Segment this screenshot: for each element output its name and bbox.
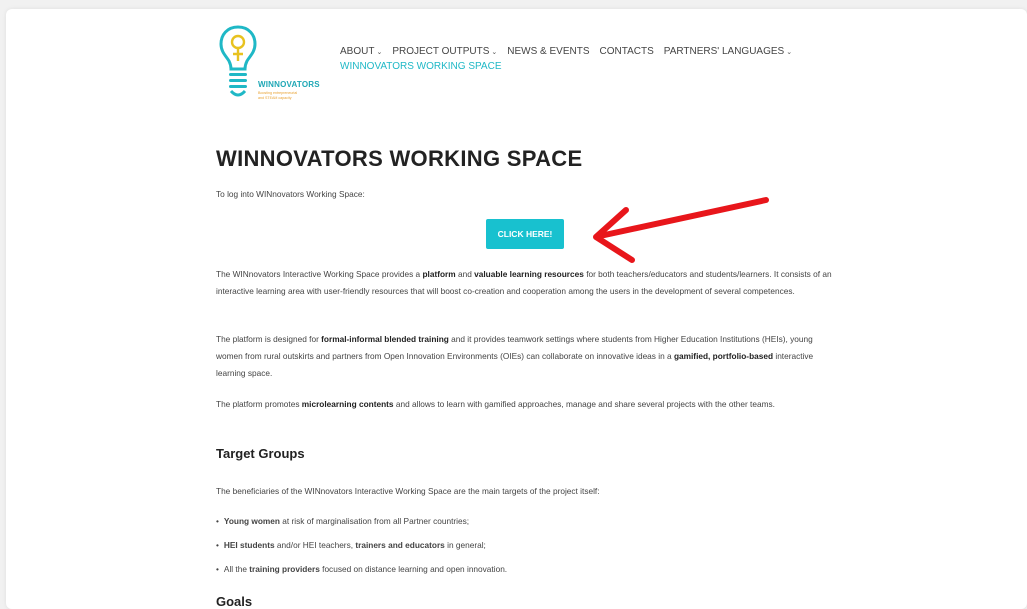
logo-wordmark: WINNOVATORS: [258, 80, 320, 89]
chevron-down-icon: ⌄: [786, 48, 793, 56]
nav-item-working-space[interactable]: WINNOVATORS WORKING SPACE: [340, 61, 792, 72]
platform-paragraph: The platform is designed for formal-info…: [216, 334, 814, 378]
nav-item-label: ABOUT: [340, 46, 375, 57]
microlearning-paragraph: The platform promotes microlearning cont…: [216, 399, 775, 409]
chevron-down-icon: ⌄: [376, 48, 383, 56]
nav-item-contacts[interactable]: CONTACTS: [600, 46, 654, 57]
page-title: WINNOVATORS WORKING SPACE: [216, 146, 583, 171]
nav-item-label: PROJECT OUTPUTS: [392, 46, 490, 57]
nav-item-news-events[interactable]: NEWS & EVENTS: [507, 46, 589, 57]
nav-item-about[interactable]: ABOUT ⌄: [340, 46, 382, 57]
list-item: HEI students and/or HEI teachers, traine…: [216, 537, 841, 561]
list-item: Young women at risk of marginalisation f…: [216, 513, 841, 537]
list-item: All the training providers focused on di…: [216, 561, 841, 585]
target-groups-intro: The beneficiaries of the WINnovators Int…: [216, 486, 600, 496]
lightbulb-logo-icon: [219, 25, 257, 97]
target-groups-heading: Target Groups: [216, 446, 305, 461]
nav-item-label: PARTNERS' LANGUAGES: [663, 46, 785, 57]
annotation-arrow-icon: [593, 197, 769, 263]
page-card: WINNOVATORS Boosting entrepreneurial and…: [6, 9, 1027, 609]
target-groups-list: Young women at risk of marginalisation f…: [216, 513, 841, 585]
nav-row: ABOUT ⌄ PROJECT OUTPUTS ⌄ NEWS & EVENTS …: [340, 46, 792, 57]
goals-heading: Goals: [216, 594, 253, 609]
nav-item-label: NEWS & EVENTS: [507, 46, 590, 57]
click-here-button[interactable]: CLICK HERE!: [486, 219, 564, 249]
chevron-down-icon: ⌄: [491, 48, 498, 56]
nav-item-project-outputs[interactable]: PROJECT OUTPUTS ⌄: [392, 46, 497, 57]
nav-item-partners-languages[interactable]: PARTNERS' LANGUAGES ⌄: [664, 46, 792, 57]
nav-item-label: CONTACTS: [599, 46, 654, 57]
logo-tagline: Boosting entrepreneurial and STEAM capac…: [258, 91, 298, 100]
site-logo[interactable]: WINNOVATORS Boosting entrepreneurial and…: [218, 23, 330, 109]
main-nav: ABOUT ⌄ PROJECT OUTPUTS ⌄ NEWS & EVENTS …: [340, 46, 792, 72]
intro-paragraph: The WINnovators Interactive Working Spac…: [216, 269, 832, 296]
